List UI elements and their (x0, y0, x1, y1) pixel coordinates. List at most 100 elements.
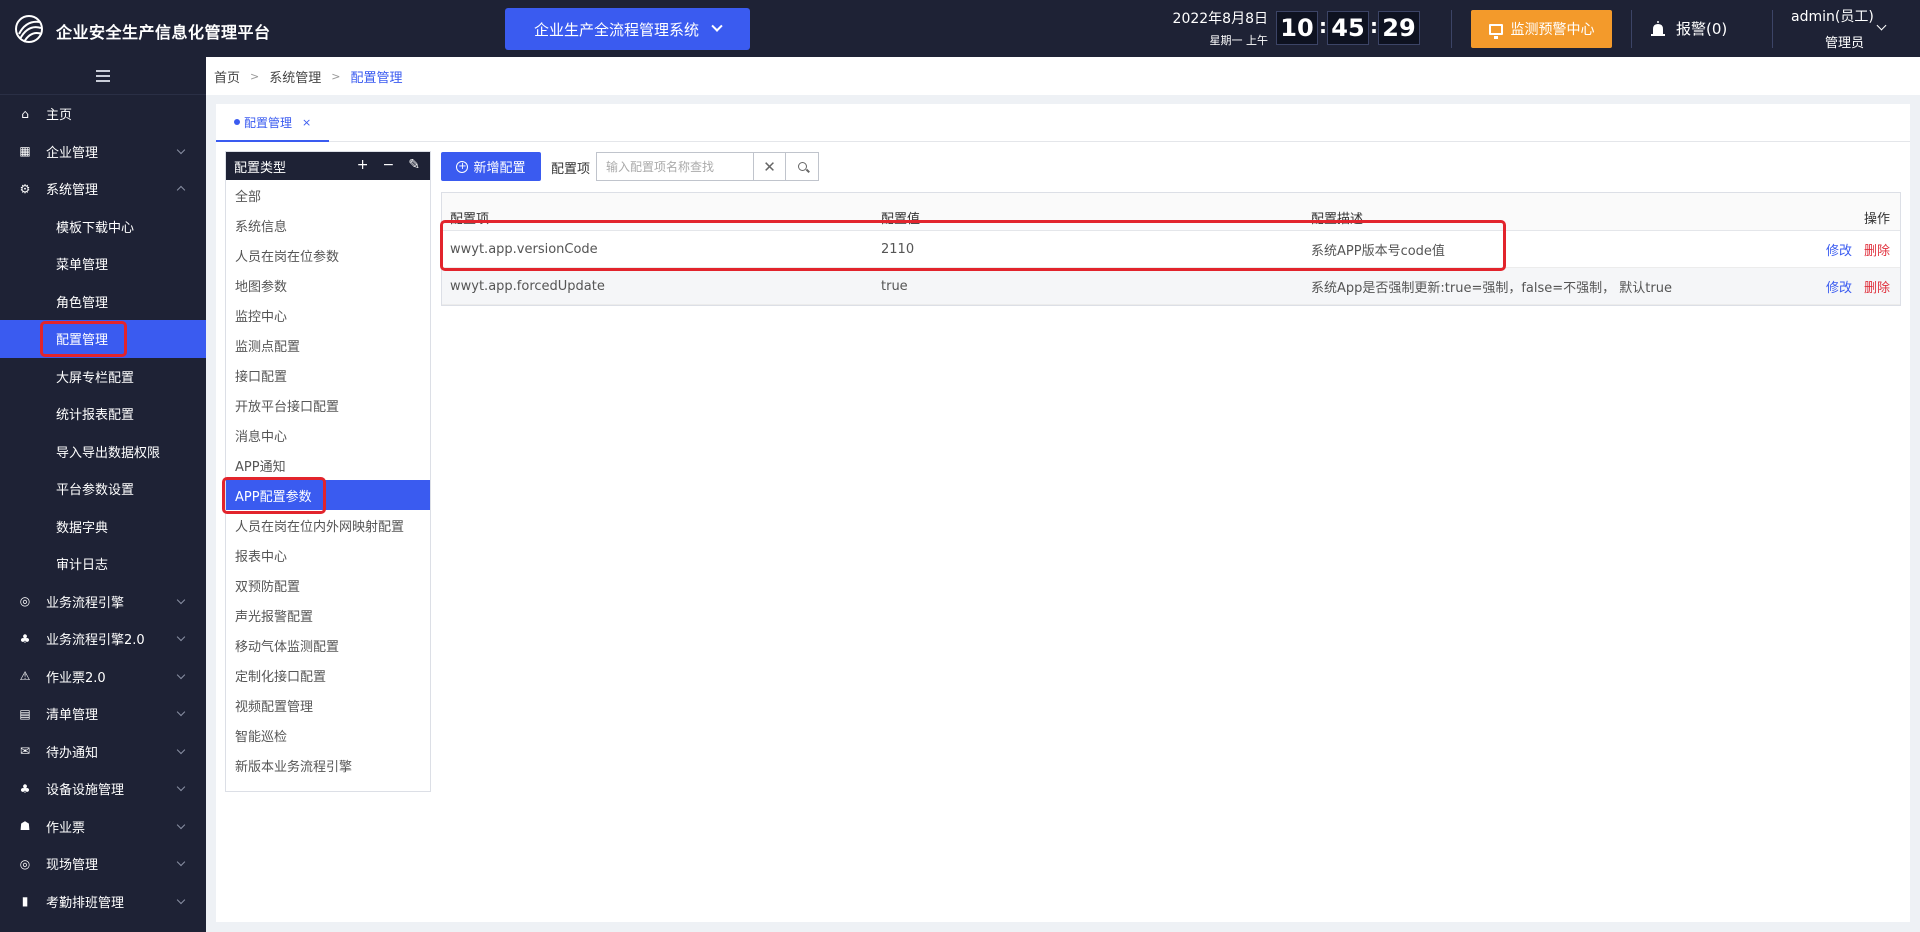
sidebar-item-label: 作业票2.0 (46, 670, 106, 686)
tab-bar: 配置管理 × (216, 104, 1910, 142)
alarm-button[interactable]: 报警(0) (1650, 18, 1727, 39)
sidebar-item-label: 设备设施管理 (46, 783, 125, 799)
sidebar-subitem[interactable]: 统计报表配置 (0, 395, 206, 433)
chevron-down-icon (711, 20, 723, 32)
sidebar-item[interactable]: ◎ 现场管理 (0, 845, 206, 883)
sidebar-subitem[interactable]: 配置管理 (0, 320, 206, 358)
config-type-item[interactable]: APP通知 (226, 450, 430, 480)
config-type-item[interactable]: 人员在岗在位内外网映射配置 (226, 510, 430, 540)
chevron-down-icon (176, 782, 186, 792)
sidebar-item[interactable]: ⚠ 作业票2.0 (0, 658, 206, 696)
sidebar-item[interactable]: ☗ 作业票 (0, 808, 206, 846)
config-type-item[interactable]: 视频配置管理 (226, 690, 430, 720)
sidebar-item[interactable]: ✉ 待办通知 (0, 733, 206, 771)
sidebar-item-label: 企业管理 (46, 145, 99, 161)
sidebar-subitem[interactable]: 导入导出数据权限 (0, 433, 206, 471)
sidebar-subitem[interactable]: 角色管理 (0, 283, 206, 321)
divider (1631, 10, 1632, 48)
config-type-item[interactable]: 监测点配置 (226, 330, 430, 360)
config-type-item[interactable]: 新版本业务流程引擎 (226, 750, 430, 780)
edit-link[interactable]: 修改 (1826, 244, 1852, 259)
sidebar-subitem[interactable]: 菜单管理 (0, 245, 206, 283)
config-key-cell: wwyt.app.versionCode (450, 241, 598, 257)
config-type-item[interactable]: 开放平台接口配置 (226, 390, 430, 420)
config-type-item[interactable]: 智能巡检 (226, 720, 430, 750)
clock-separator: : (1370, 14, 1378, 38)
config-type-item[interactable]: 系统信息 (226, 210, 430, 240)
add-config-button[interactable]: + 新增配置 (441, 152, 541, 181)
config-field-label: 配置项 (551, 162, 591, 177)
config-type-title: 配置类型 (234, 160, 287, 176)
sidebar-item-label: 待办通知 (46, 745, 99, 761)
sidebar-subitem[interactable]: 模板下载中心 (0, 208, 206, 246)
clear-search-button[interactable]: ✕ (753, 152, 786, 181)
config-key-cell: wwyt.app.forcedUpdate (450, 278, 605, 294)
config-type-item[interactable]: 消息中心 (226, 420, 430, 450)
sidebar-item-label: 系统管理 (46, 183, 99, 199)
device-icon: ♣ (19, 781, 31, 796)
config-value-cell: 2110 (881, 241, 915, 257)
edit-type-icon[interactable]: ✎ (408, 157, 420, 173)
config-search-input[interactable] (596, 152, 753, 181)
chevron-down-icon[interactable] (1876, 20, 1887, 31)
config-type-item[interactable]: 接口配置 (226, 360, 430, 390)
sidebar-item-label: 考勤排班管理 (46, 895, 125, 911)
main-content: 配置管理 × 配置类型 + − ✎ 全部 系统信息 人员在岗在位参数 地图参数 监控中心… (216, 104, 1910, 922)
config-type-item[interactable]: APP配置参数 (226, 480, 430, 510)
config-type-item[interactable]: 地图参数 (226, 270, 430, 300)
sidebar-subitem[interactable]: 数据字典 (0, 508, 206, 546)
tab-label: 配置管理 (244, 115, 293, 130)
chevron-down-icon (176, 595, 186, 604)
edit-link[interactable]: 修改 (1826, 281, 1852, 296)
breadcrumb-home[interactable]: 首页 (214, 67, 240, 86)
clock-separator: : (1319, 14, 1327, 38)
search-button[interactable] (785, 152, 819, 181)
logo-icon (15, 15, 43, 43)
sidebar-item[interactable]: ◎ 业务流程引擎 (0, 583, 206, 621)
config-type-item[interactable]: 人员在岗在位参数 (226, 240, 430, 270)
close-icon[interactable]: × (302, 116, 311, 129)
sidebar-item[interactable]: ▦ 企业管理 (0, 133, 206, 171)
config-type-item[interactable]: 全部 (226, 180, 430, 210)
delete-link[interactable]: 删除 (1864, 281, 1890, 296)
tab-config-management[interactable]: 配置管理 × (216, 104, 330, 142)
config-value-cell: true (881, 278, 908, 294)
remove-type-icon[interactable]: − (383, 157, 395, 173)
menu-fold-icon (96, 70, 110, 82)
sidebar-item[interactable]: ♣ 设备设施管理 (0, 770, 206, 808)
sidebar-subitem[interactable]: 平台参数设置 (0, 470, 206, 508)
row-actions: 修改 删除 (1783, 240, 1900, 259)
column-header: 配置项 (450, 212, 490, 227)
add-type-icon[interactable]: + (357, 157, 369, 173)
config-type-item[interactable]: 双预防配置 (226, 570, 430, 600)
sidebar-item[interactable]: ♣ 业务流程引擎2.0 (0, 620, 206, 658)
alarm-light-icon (1651, 20, 1665, 36)
table-row: wwyt.app.versionCode 2110 系统APP版本号code值 修改删… (442, 231, 1900, 268)
delete-link[interactable]: 删除 (1864, 244, 1890, 259)
config-type-item[interactable]: 定制化接口配置 (226, 660, 430, 690)
config-type-item[interactable]: 声光报警配置 (226, 600, 430, 630)
sidebar-collapse-button[interactable] (0, 57, 206, 95)
clock-minutes: 45 (1327, 11, 1369, 45)
sidebar-subitem[interactable]: 大屏专栏配置 (0, 358, 206, 396)
system-select[interactable]: 企业生产全流程管理系统 (505, 8, 750, 50)
alarm-label: 报警(0) (1676, 20, 1728, 38)
config-type-item[interactable]: 移动气体监测配置 (226, 630, 430, 660)
breadcrumb-parent[interactable]: 系统管理 (269, 67, 321, 86)
monitor-center-button[interactable]: 监测预警中心 (1471, 10, 1612, 48)
sidebar-subitem[interactable]: 审计日志 (0, 545, 206, 583)
divider (1772, 10, 1773, 48)
config-desc-cell: 系统APP版本号code值 (1311, 243, 1445, 259)
sidebar-item[interactable]: ⚙ 系统管理 (0, 170, 206, 208)
chevron-right-icon: > (331, 69, 341, 83)
user-name[interactable]: admin(员工) (1791, 6, 1874, 26)
config-type-item[interactable]: 报表中心 (226, 540, 430, 570)
sidebar-item[interactable]: ▮ 考勤排班管理 (0, 883, 206, 921)
config-table: 配置项 配置值 配置描述 操作 wwyt.app.versionCode 2110… (441, 192, 1901, 306)
config-type-item[interactable]: 监控中心 (226, 300, 430, 330)
sidebar-item[interactable]: ⌂ 主页 (0, 95, 206, 133)
config-desc-cell: 系统App是否强制更新:true=强制，false=不强制， 默认true (1311, 280, 1672, 296)
sidebar-item[interactable]: ▤ 清单管理 (0, 695, 206, 733)
chevron-down-icon (176, 895, 186, 904)
workflow-icon: ◎ (19, 594, 31, 609)
